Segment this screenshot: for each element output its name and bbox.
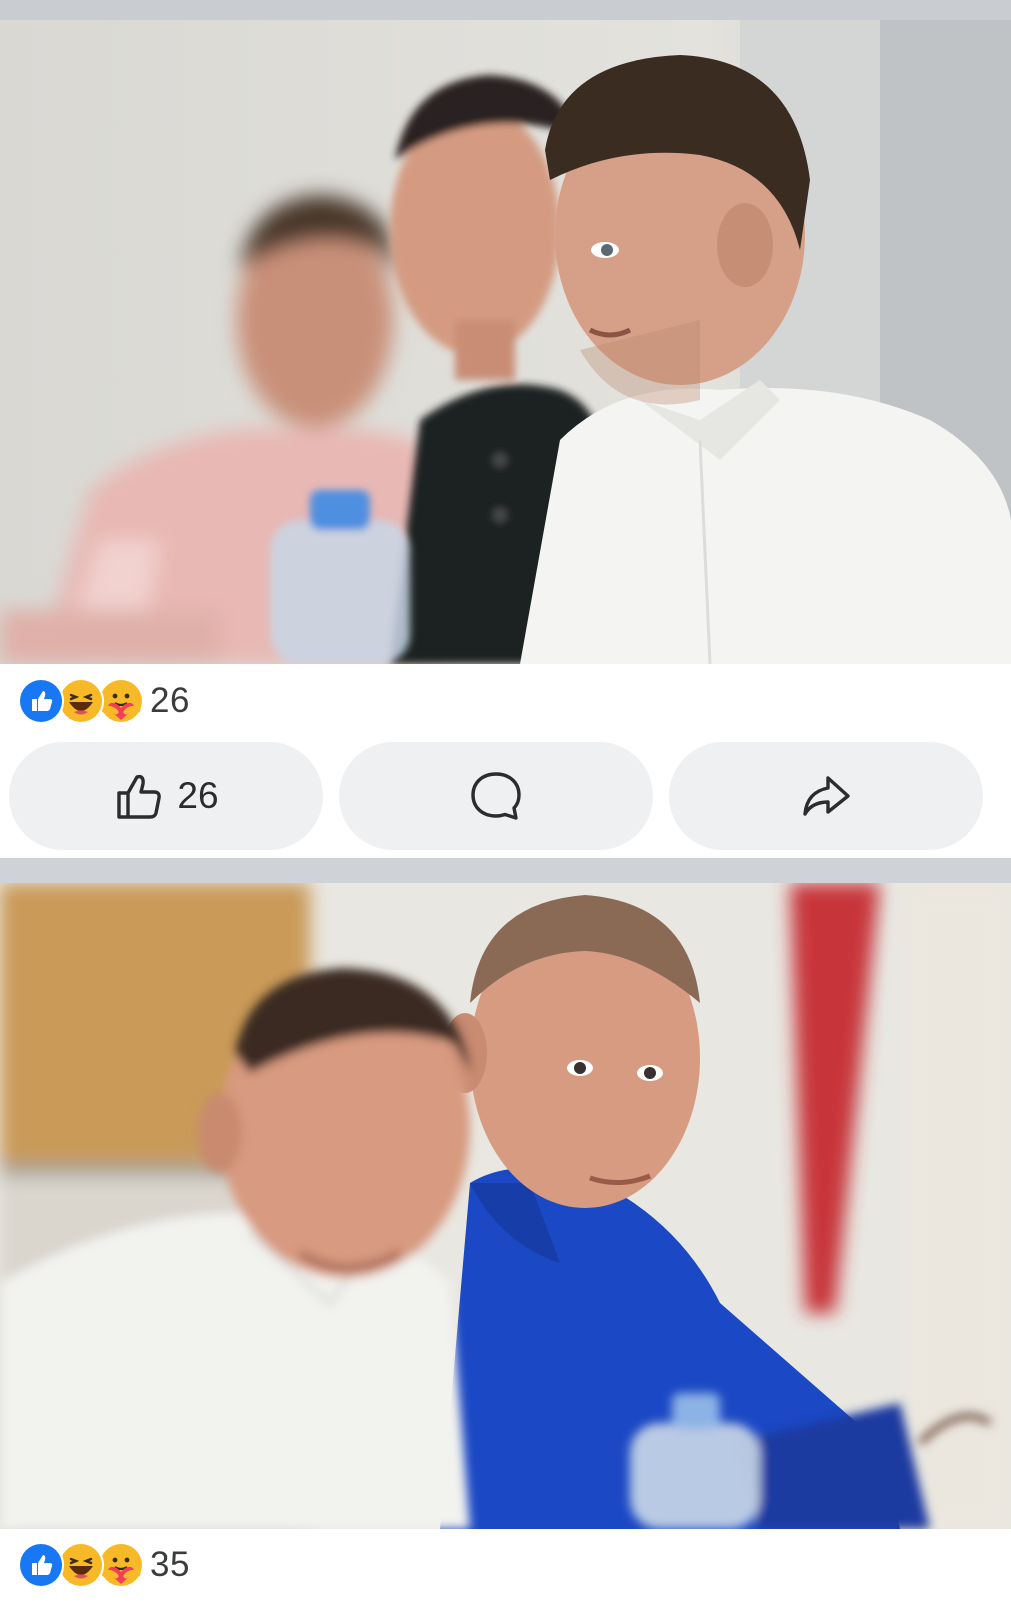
share-button[interactable] <box>669 742 983 850</box>
like-icon <box>18 1542 64 1588</box>
reaction-summary[interactable]: 35 <box>18 1541 190 1589</box>
care-icon <box>98 678 144 724</box>
feed-divider-top <box>0 0 1011 20</box>
reaction-count: 26 <box>150 681 190 720</box>
like-count: 26 <box>177 775 219 816</box>
haha-icon <box>58 1542 104 1588</box>
haha-icon <box>58 678 104 724</box>
thumbs-up-icon <box>117 774 162 819</box>
share-icon <box>803 776 850 816</box>
comment-button[interactable] <box>339 742 653 850</box>
comment-icon <box>471 772 521 820</box>
reaction-count: 35 <box>150 1545 190 1584</box>
post-photo[interactable] <box>0 883 1011 1529</box>
post-action-bar: 26 <box>9 742 983 850</box>
like-button[interactable]: 26 <box>9 742 323 850</box>
post-photo[interactable] <box>0 20 1011 664</box>
feed-post: 35 <box>0 883 1011 1601</box>
like-icon <box>18 678 64 724</box>
feed-post: 26 26 <box>0 20 1011 858</box>
reaction-summary[interactable]: 26 <box>18 677 190 725</box>
care-icon <box>98 1542 144 1588</box>
